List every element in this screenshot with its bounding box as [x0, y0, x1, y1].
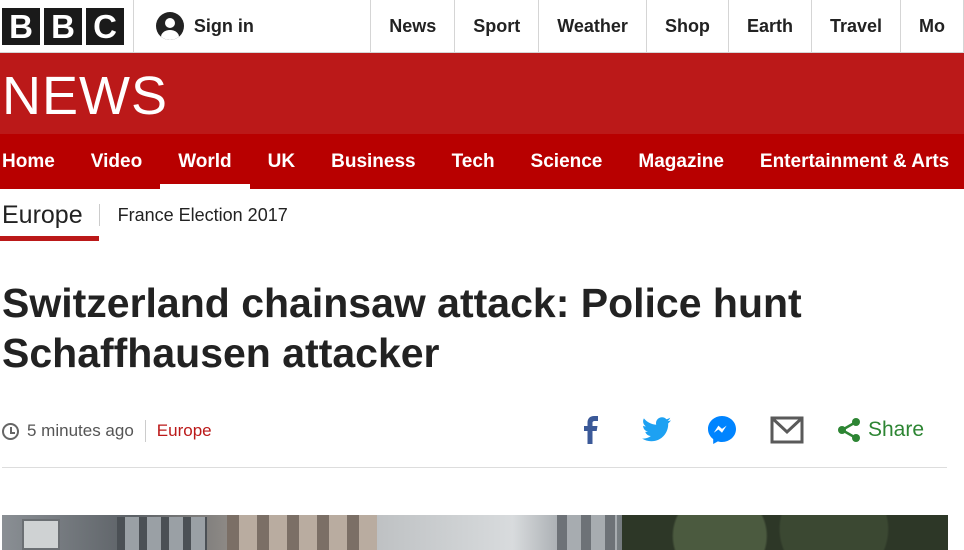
topnav-item-news[interactable]: News	[371, 0, 456, 52]
topnav-item-weather[interactable]: Weather	[539, 0, 647, 52]
hero-building	[117, 517, 207, 550]
user-icon	[155, 12, 184, 40]
share-twitter-button[interactable]	[642, 412, 672, 448]
bbc-logo-letter: B	[2, 7, 40, 45]
share-label: Share	[868, 418, 925, 441]
topnav-item-shop[interactable]: Shop	[647, 0, 729, 52]
article-headline: Switzerland chainsaw attack: Police hunt…	[2, 280, 802, 376]
article-timestamp: 5 minutes ago	[27, 421, 134, 440]
top-navigation: News Sport Weather Shop Earth Travel Mo	[371, 0, 964, 52]
section-nav-science[interactable]: Science	[513, 134, 621, 189]
meta-divider	[144, 420, 146, 442]
email-icon	[770, 416, 804, 444]
messenger-icon	[708, 416, 736, 444]
section-nav-video[interactable]: Video	[73, 134, 160, 189]
hero-building	[557, 515, 617, 550]
section-nav-entertainment[interactable]: Entertainment & Arts	[742, 134, 964, 189]
bbc-logo-letter: B	[44, 7, 82, 45]
topnav-item-more[interactable]: Mo	[901, 0, 964, 52]
subnav-current-europe[interactable]: Europe	[0, 189, 99, 241]
section-nav-magazine[interactable]: Magazine	[620, 134, 742, 189]
section-nav-world[interactable]: World	[160, 134, 251, 189]
hero-trees	[622, 515, 948, 550]
hero-building	[22, 519, 60, 550]
section-nav-business[interactable]: Business	[313, 134, 433, 189]
section-nav-uk[interactable]: UK	[250, 134, 313, 189]
article-section-link[interactable]: Europe	[157, 421, 212, 441]
subnav-divider	[98, 204, 100, 226]
clock-icon	[2, 422, 19, 440]
share-icon	[838, 418, 860, 442]
meta-divider-line	[2, 467, 947, 468]
topnav-item-travel[interactable]: Travel	[812, 0, 901, 52]
article-meta: 5 minutes ago Europe	[2, 416, 212, 446]
section-nav-tech[interactable]: Tech	[434, 134, 513, 189]
facebook-icon	[584, 416, 598, 444]
hero-building	[227, 515, 377, 550]
topnav-item-sport[interactable]: Sport	[455, 0, 540, 52]
share-email-button[interactable]	[770, 412, 804, 448]
share-button[interactable]: Share	[836, 412, 924, 448]
article-hero-image	[2, 515, 948, 550]
section-nav-home[interactable]: Home	[0, 134, 73, 189]
twitter-icon	[642, 417, 671, 442]
sign-in-label: Sign in	[193, 15, 254, 36]
bbc-logo[interactable]: B B C	[0, 0, 134, 52]
bbc-top-bar: B B C Sign in News Sport Weather Shop Ea…	[0, 0, 964, 53]
sub-navigation: Europe France Election 2017	[0, 189, 964, 241]
subnav-link-france-election[interactable]: France Election 2017	[118, 205, 288, 226]
topnav-item-earth[interactable]: Earth	[729, 0, 812, 52]
bbc-logo-letter: C	[86, 7, 124, 45]
share-messenger-button[interactable]	[707, 412, 737, 448]
news-banner: NEWS Home Video World UK Business Tech S…	[0, 53, 964, 189]
share-facebook-button[interactable]	[580, 412, 602, 448]
news-wordmark[interactable]: NEWS	[2, 69, 168, 123]
section-navigation: Home Video World UK Business Tech Scienc…	[0, 134, 964, 189]
sign-in-link[interactable]: Sign in	[134, 0, 372, 52]
